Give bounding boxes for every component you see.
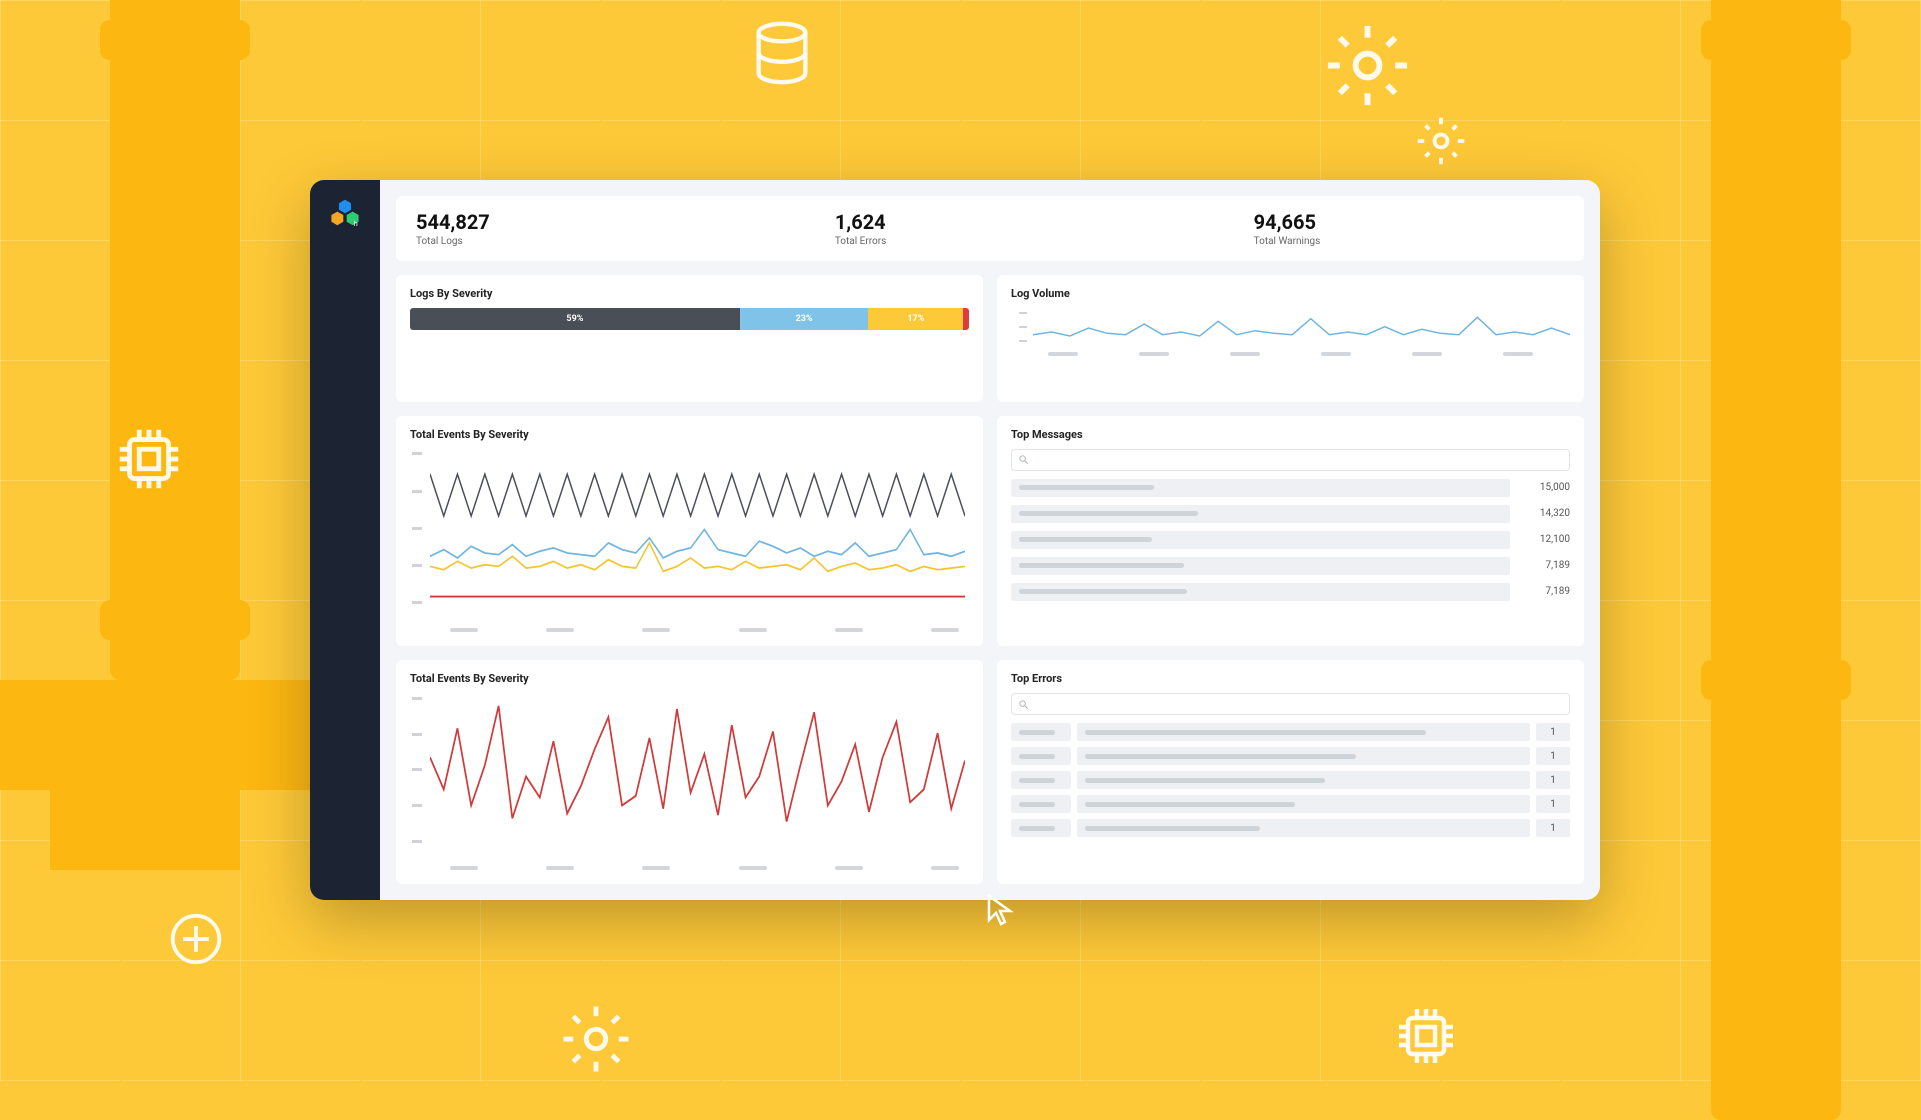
message-row[interactable]: 14,320	[1011, 505, 1570, 523]
message-count: 12,100	[1520, 534, 1570, 545]
message-count: 14,320	[1520, 508, 1570, 519]
message-row[interactable]: 12,100	[1011, 531, 1570, 549]
events-chart-1[interactable]	[410, 449, 969, 635]
severity-segment[interactable]	[963, 308, 969, 330]
stat-total-logs: 544,827 Total Logs	[416, 210, 795, 247]
sidebar: h	[310, 180, 380, 900]
message-count: 7,189	[1520, 560, 1570, 571]
stat-value: 94,665	[1254, 210, 1600, 234]
message-count: 15,000	[1520, 482, 1570, 493]
error-count: 1	[1536, 819, 1570, 837]
card-title: Total Events By Severity	[410, 672, 969, 685]
message-row[interactable]: 15,000	[1011, 479, 1570, 497]
error-row[interactable]: 1	[1011, 723, 1570, 741]
severity-segment[interactable]: 23%	[740, 308, 869, 330]
gear-icon	[1320, 18, 1415, 113]
error-count: 1	[1536, 795, 1570, 813]
plus-circle-icon	[165, 908, 227, 970]
error-count: 1	[1536, 747, 1570, 765]
card-total-events-1: Total Events By Severity	[396, 416, 983, 647]
cpu-icon	[110, 420, 188, 498]
error-count: 1	[1536, 771, 1570, 789]
severity-segment[interactable]: 59%	[410, 308, 740, 330]
cursor-icon	[985, 894, 1017, 926]
search-icon	[1018, 454, 1029, 465]
gear-icon-2	[557, 1000, 635, 1078]
search-icon	[1018, 699, 1029, 710]
search-input[interactable]	[1011, 693, 1570, 715]
app-window: h 544,827 Total Logs 1,624 Total Errors …	[310, 180, 1600, 900]
card-total-events-2: Total Events By Severity	[396, 660, 983, 884]
main-content: 544,827 Total Logs 1,624 Total Errors 94…	[380, 180, 1600, 900]
card-title: Top Messages	[1011, 428, 1570, 441]
stat-label: Total Errors	[835, 236, 1214, 247]
severity-bar[interactable]: 59%23%17%	[410, 308, 969, 330]
stat-total-errors: 1,624 Total Errors	[835, 210, 1214, 247]
card-title: Log Volume	[1011, 287, 1570, 300]
card-log-volume: Log Volume	[997, 275, 1584, 402]
error-count: 1	[1536, 723, 1570, 741]
database-icon	[747, 18, 817, 88]
message-row[interactable]: 7,189	[1011, 583, 1570, 601]
svg-text:h: h	[354, 219, 358, 228]
message-row[interactable]: 7,189	[1011, 557, 1570, 575]
stat-value: 1,624	[835, 210, 1214, 234]
stats-row: 544,827 Total Logs 1,624 Total Errors 94…	[396, 196, 1584, 261]
app-logo-icon[interactable]: h	[328, 198, 362, 232]
card-top-errors: Top Errors 1 1 1 1 1	[997, 660, 1584, 884]
search-input[interactable]	[1011, 449, 1570, 471]
card-logs-by-severity: Logs By Severity 59%23%17%	[396, 275, 983, 402]
message-count: 7,189	[1520, 586, 1570, 597]
card-title: Total Events By Severity	[410, 428, 969, 441]
card-top-messages: Top Messages 15,000 14,320 12,100 7,189 7,18…	[997, 416, 1584, 647]
stat-total-warnings: 94,665 Total Warnings	[1254, 210, 1600, 247]
cpu-icon-2	[1390, 1000, 1462, 1072]
error-row[interactable]: 1	[1011, 747, 1570, 765]
x-ticks	[1011, 352, 1570, 356]
gear-small-icon	[1410, 110, 1472, 172]
severity-segment[interactable]: 17%	[868, 308, 963, 330]
error-row[interactable]: 1	[1011, 819, 1570, 837]
card-title: Top Errors	[1011, 672, 1570, 685]
log-volume-chart[interactable]	[1011, 308, 1570, 348]
card-title: Logs By Severity	[410, 287, 969, 300]
error-row[interactable]: 1	[1011, 795, 1570, 813]
events-chart-2[interactable]	[410, 693, 969, 872]
stat-value: 544,827	[416, 210, 795, 234]
stat-label: Total Logs	[416, 236, 795, 247]
stat-label: Total Warnings	[1254, 236, 1600, 247]
top-messages-list: 15,000 14,320 12,100 7,189 7,189	[1011, 479, 1570, 601]
error-row[interactable]: 1	[1011, 771, 1570, 789]
top-errors-table: 1 1 1 1 1	[1011, 723, 1570, 837]
